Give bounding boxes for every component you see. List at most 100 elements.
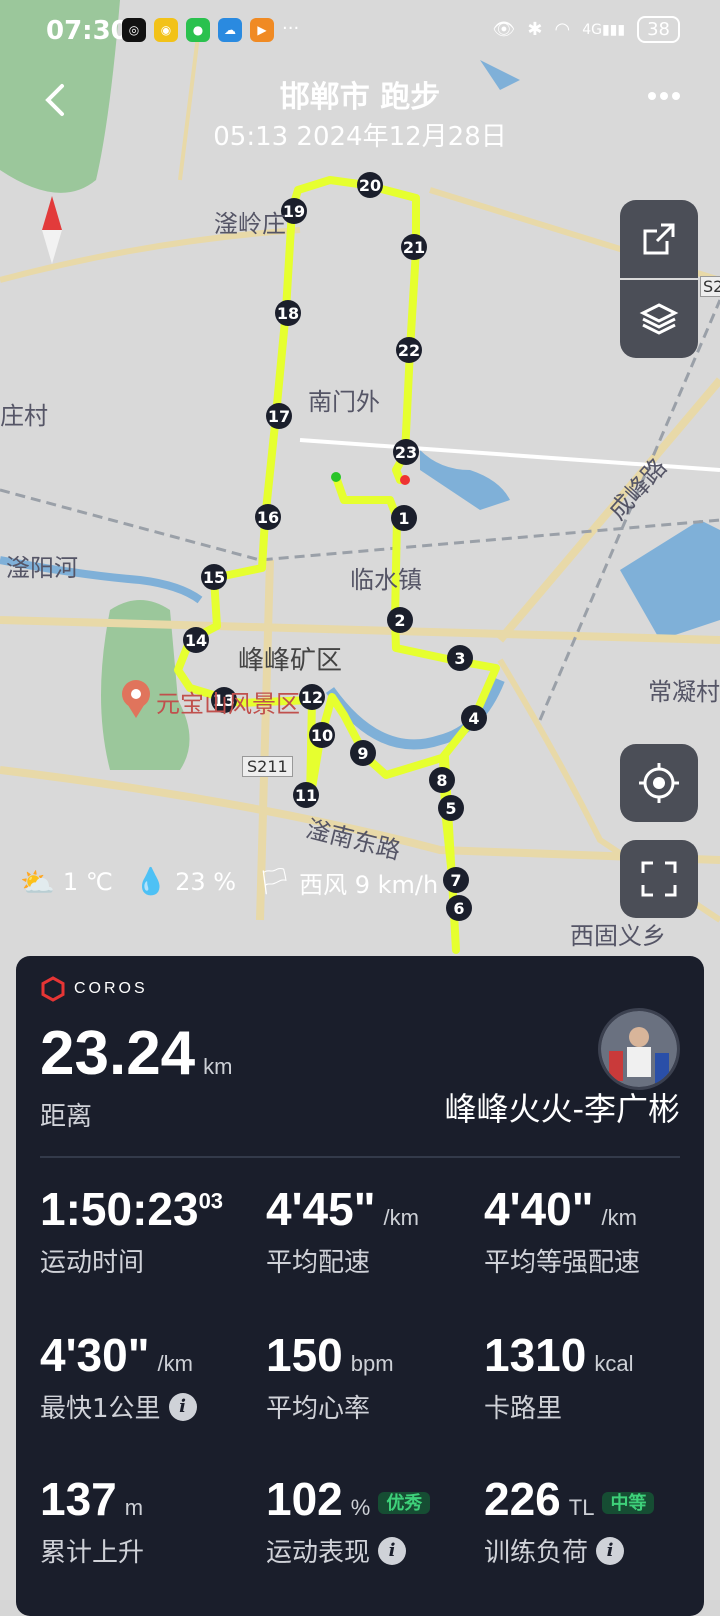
km-marker: 12 [299, 684, 325, 710]
bluetooth-icon: ✱ [527, 19, 543, 40]
activity-summary-card: COROS 23.24 km 距离 峰峰火火-李广彬 1:50:2303 运动时间… [16, 956, 704, 1616]
km-marker: 6 [446, 895, 472, 921]
notification-icons: ◎ ◉ ● ☁ ▶ ··· [122, 18, 299, 42]
wifi-icon: ◠ [554, 19, 571, 40]
username: 峰峰火火-李广彬 [444, 1090, 680, 1128]
svg-text:4: 4 [468, 709, 479, 728]
svg-text:3: 3 [454, 649, 465, 668]
svg-text:9: 9 [357, 744, 368, 763]
info-icon[interactable]: i [596, 1536, 625, 1565]
stat-performance: 102% 优秀 运动表现 i [266, 1476, 486, 1569]
humidity: 23 % [175, 868, 237, 896]
app-a-icon: ◎ [122, 18, 146, 42]
app-c-icon: ☁ [218, 18, 242, 42]
info-icon[interactable]: i [168, 1392, 197, 1421]
more-notifications: ··· [282, 18, 300, 39]
km-marker: 9 [350, 740, 376, 766]
km-marker: 16 [255, 504, 281, 530]
stat-avg-pace: 4'45"/km 平均配速 [266, 1183, 419, 1278]
wind: 西风 9 km/h [299, 870, 439, 899]
brand-name: COROS [74, 980, 148, 997]
status-bar: 07:30 ◎ ◉ ● ☁ ▶ ··· 👁 ✱ ◠ 4G▮▮▮ 38 [0, 0, 720, 64]
svg-text:15: 15 [203, 568, 225, 587]
place-label: 庄村 [0, 402, 48, 430]
temperature: 1 ℃ [62, 868, 113, 896]
status-badge: 中等 [602, 1491, 655, 1514]
km-marker: 22 [396, 337, 422, 363]
km-marker: 15 [201, 564, 227, 590]
road-shield: S2 [700, 276, 720, 297]
stat-calories: 1310 kcal 卡路里 [484, 1329, 634, 1424]
stat-training-load: 226 TL 中等 训练负荷 i [484, 1476, 704, 1569]
svg-text:11: 11 [295, 786, 317, 805]
distance-unit: km [203, 1054, 233, 1079]
place-label: 南门外 [308, 388, 380, 416]
km-marker: 14 [183, 627, 209, 653]
avatar[interactable] [598, 1008, 680, 1090]
distance-value: 23.24 km [40, 1019, 233, 1088]
header: 邯郸市 跑步 05:13 2024年12月28日 [0, 64, 720, 160]
map-layers-button[interactable] [620, 280, 698, 358]
svg-text:1: 1 [398, 509, 409, 528]
info-icon[interactable]: i [378, 1536, 407, 1565]
km-marker: 2 [387, 607, 413, 633]
coros-logo-icon [41, 976, 65, 1002]
svg-text:5: 5 [445, 799, 456, 818]
layers-icon [639, 303, 679, 335]
divider [40, 1156, 680, 1158]
app-b-icon: ◉ [154, 18, 178, 42]
app-d-icon: ▶ [250, 18, 274, 42]
status-badge: 优秀 [378, 1491, 431, 1514]
svg-text:10: 10 [311, 726, 333, 745]
km-marker: 18 [275, 300, 301, 326]
svg-text:20: 20 [359, 176, 381, 195]
cloud-sun-icon: ⛅ [20, 865, 55, 899]
svg-text:7: 7 [450, 871, 461, 890]
km-marker: 17 [266, 403, 292, 429]
distance-label: 距离 [40, 1102, 93, 1132]
km-marker: 11 [293, 782, 319, 808]
fullscreen-icon [641, 861, 677, 897]
svg-text:22: 22 [398, 341, 420, 360]
eye-icon: 👁 [492, 19, 516, 40]
stat-fastest-km: 4'30"/km 最快1公里 i [40, 1332, 260, 1425]
brand-logo: COROS [40, 976, 148, 1002]
km-marker: 5 [438, 795, 464, 821]
svg-text:19: 19 [283, 202, 305, 221]
locate-icon [639, 763, 679, 803]
road-shield: S211 [242, 756, 293, 777]
status-time: 07:30 [46, 16, 129, 46]
stat-avg-heart-rate: 150 bpm 平均心率 [266, 1329, 394, 1424]
svg-text:8: 8 [436, 771, 447, 790]
share-button[interactable] [620, 200, 698, 278]
svg-text:2: 2 [394, 611, 405, 630]
stat-avg-grade-adjusted-pace: 4'40"/km 平均等强配速 [484, 1183, 641, 1278]
fullscreen-button[interactable] [620, 840, 698, 918]
km-marker: 7 [443, 867, 469, 893]
place-label: 临水镇 [350, 566, 422, 594]
place-label: 滏阳河 [6, 554, 78, 582]
place-label: 元宝山风景区 [156, 690, 300, 718]
page-title: 邯郸市 跑步 [279, 80, 441, 115]
km-marker: 10 [309, 722, 335, 748]
locate-button[interactable] [620, 744, 698, 822]
km-marker: 3 [447, 645, 473, 671]
km-marker: 4 [461, 705, 487, 731]
km-marker: 23 [393, 439, 419, 465]
activity-datetime: 05:13 2024年12月28日 [213, 122, 507, 152]
svg-text:6: 6 [453, 899, 464, 918]
more-options-icon[interactable] [644, 84, 684, 108]
svg-text:14: 14 [185, 631, 207, 650]
share-icon [643, 223, 675, 255]
battery-indicator: 38 [637, 16, 680, 43]
km-marker: 20 [357, 172, 383, 198]
stat-elevation-gain: 137 m 累计上升 [40, 1473, 145, 1568]
svg-text:21: 21 [403, 238, 425, 257]
km-marker: 8 [429, 767, 455, 793]
signal-icon: 4G▮▮▮ [582, 21, 626, 38]
stat-duration: 1:50:2303 运动时间 [40, 1183, 224, 1278]
humidity-icon: 💧 [134, 867, 168, 897]
svg-text:12: 12 [301, 688, 323, 707]
place-label: 峰峰矿区 [238, 646, 343, 676]
place-label: 西固义乡 [570, 922, 666, 950]
